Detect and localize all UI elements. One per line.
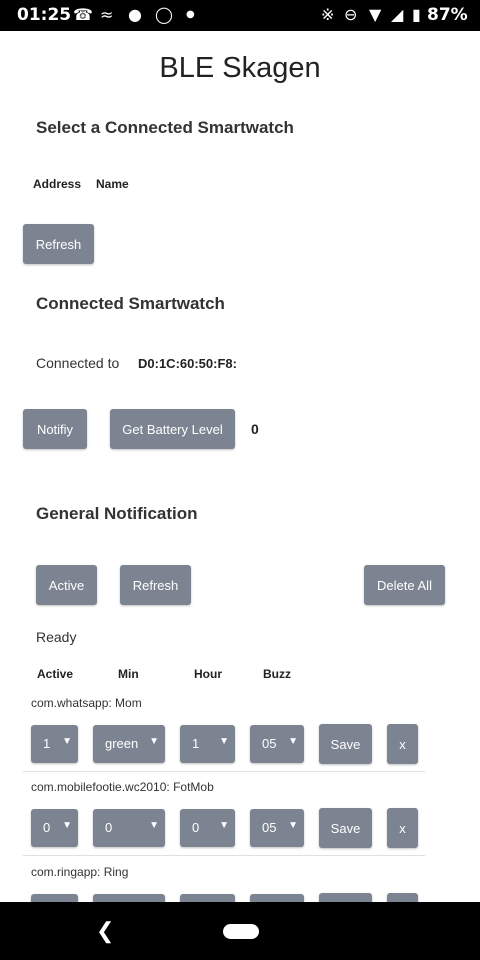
active-select-value: 0 (43, 820, 51, 835)
dropdown-arrow-icon: ▼ (288, 820, 298, 831)
dot-icon: ● (186, 9, 195, 20)
wifi-icon: ▼ (369, 5, 382, 24)
connected-address: D0:1C:60:50:F8: (138, 356, 237, 371)
dropdown-arrow-icon: ▼ (219, 820, 229, 831)
buzz-select-value: 05 (262, 736, 277, 751)
get-battery-level-button[interactable]: Get Battery Level (110, 409, 235, 449)
snapchat-icon: ● (128, 5, 142, 24)
hour-select[interactable]: 0 ▼ (180, 809, 235, 847)
status-time: 01:25 (17, 5, 72, 25)
connected-to-label: Connected to (36, 355, 120, 371)
refresh-devices-button[interactable]: Refresh (23, 224, 94, 264)
page-title: BLE Skagen (159, 52, 321, 84)
column-name: Name (96, 177, 129, 191)
active-select-value: 1 (43, 736, 51, 751)
back-icon[interactable]: ❮ (96, 918, 114, 944)
column-active: Active (37, 667, 74, 681)
messenger-icon: ◯ (155, 5, 173, 24)
home-icon[interactable] (223, 924, 259, 939)
battery-icon: ▮ (412, 5, 421, 24)
hour-select-value: 0 (192, 820, 200, 835)
running-icon: ≈ (100, 5, 114, 24)
delete-button[interactable]: x (387, 724, 418, 764)
notify-button[interactable]: Notifiy (23, 409, 87, 449)
buzz-select[interactable]: 05 ▼ (250, 809, 304, 847)
hour-select[interactable]: 1 ▼ (180, 725, 235, 763)
hour-select-value: 1 (192, 736, 200, 751)
active-select[interactable]: 1 ▼ (31, 725, 78, 763)
save-button[interactable]: Save (319, 724, 372, 764)
general-notification-heading: General Notification (36, 504, 198, 523)
dropdown-arrow-icon: ▼ (219, 736, 229, 747)
battery-level-value: 0 (251, 421, 259, 437)
row-divider (23, 855, 425, 856)
dropdown-arrow-icon: ▼ (288, 736, 298, 747)
row-divider (23, 771, 425, 772)
notification-app-label: com.ringapp: Ring (31, 865, 129, 879)
delete-button[interactable]: x (387, 808, 418, 848)
min-select-value: green (105, 736, 139, 751)
column-hour: Hour (194, 667, 222, 681)
battery-percent: 87% (427, 5, 468, 25)
save-button[interactable]: Save (319, 808, 372, 848)
status-text: Ready (36, 629, 77, 645)
buzz-select[interactable]: 05 ▼ (250, 725, 304, 763)
connected-section-heading: Connected Smartwatch (36, 294, 225, 313)
delete-all-button[interactable]: Delete All (364, 565, 445, 605)
whatsapp-icon: ☎ (73, 5, 93, 24)
select-section-heading: Select a Connected Smartwatch (36, 118, 294, 137)
active-select[interactable]: 0 ▼ (31, 809, 78, 847)
min-select[interactable]: 0 ▼ (93, 809, 165, 847)
dropdown-arrow-icon: ▼ (149, 736, 159, 747)
signal-icon: ◢ (391, 5, 404, 24)
min-select[interactable]: green ▼ (93, 725, 165, 763)
dropdown-arrow-icon: ▼ (62, 820, 72, 831)
active-button[interactable]: Active (36, 565, 97, 605)
column-buzz: Buzz (263, 667, 291, 681)
dropdown-arrow-icon: ▼ (62, 736, 72, 747)
status-bar: 01:25 ☎ ≈ ● ◯ ● ※ ⊖ ▼ ◢ ▮ 87% (0, 0, 480, 31)
column-min: Min (118, 667, 139, 681)
do-not-disturb-icon: ⊖ (344, 5, 358, 24)
navigation-bar: ❮ (0, 902, 480, 960)
notification-app-label: com.whatsapp: Mom (31, 696, 142, 710)
refresh-notifications-button[interactable]: Refresh (120, 565, 191, 605)
column-address: Address (33, 177, 82, 191)
buzz-select-value: 05 (262, 820, 277, 835)
bluetooth-icon: ※ (321, 5, 335, 24)
dropdown-arrow-icon: ▼ (149, 820, 159, 831)
min-select-value: 0 (105, 820, 113, 835)
notification-app-label: com.mobilefootie.wc2010: FotMob (31, 780, 214, 794)
